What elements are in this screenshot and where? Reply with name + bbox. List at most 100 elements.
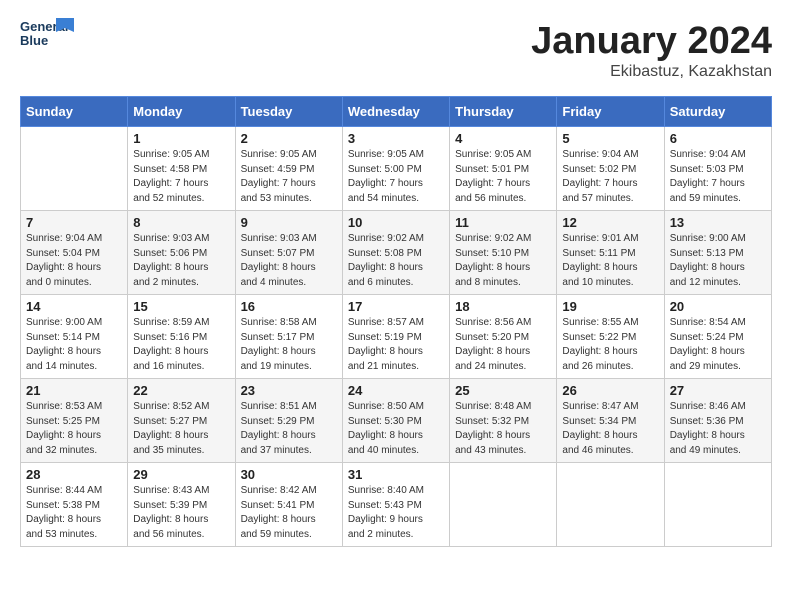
calendar-cell: 28 Sunrise: 8:44 AMSunset: 5:38 PMDayligh… [21, 463, 128, 547]
calendar-cell: 27 Sunrise: 8:46 AMSunset: 5:36 PMDayligh… [664, 379, 771, 463]
weekday-header: Sunday [21, 97, 128, 127]
weekday-header: Saturday [664, 97, 771, 127]
day-number: 24 [348, 383, 444, 398]
calendar-cell: 5Sunrise: 9:04 AMSunset: 5:02 PMDaylight… [557, 127, 664, 211]
calendar-cell: 6 Sunrise: 9:04 AMSunset: 5:03 PMDaylight… [664, 127, 771, 211]
calendar-cell: 30 Sunrise: 8:42 AMSunset: 5:41 PMDayligh… [235, 463, 342, 547]
day-number: 21 [26, 383, 122, 398]
day-number: 1 [133, 131, 229, 146]
day-info: Sunrise: 9:05 AMSunset: 5:00 PMDaylight:… [348, 148, 444, 206]
day-info: Sunrise: 8:44 AMSunset: 5:38 PMDaylight:… [26, 484, 122, 542]
day-info: Sunrise: 9:00 AMSunset: 5:13 PMDaylight:… [670, 232, 766, 290]
day-info: Sunrise: 8:57 AMSunset: 5:19 PMDaylight:… [348, 316, 444, 374]
day-number: 15 [133, 299, 229, 314]
weekday-header: Monday [128, 97, 235, 127]
calendar-cell: 29Sunrise: 8:43 AMSunset: 5:39 PMDayligh… [128, 463, 235, 547]
day-info: Sunrise: 9:01 AMSunset: 5:11 PMDaylight:… [562, 232, 658, 290]
day-info: Sunrise: 9:05 AMSunset: 4:58 PMDaylight:… [133, 148, 229, 206]
day-info: Sunrise: 9:03 AMSunset: 5:07 PMDaylight:… [241, 232, 337, 290]
calendar-cell: 4 Sunrise: 9:05 AMSunset: 5:01 PMDaylight… [450, 127, 557, 211]
calendar-week-row: 28 Sunrise: 8:44 AMSunset: 5:38 PMDayligh… [21, 463, 772, 547]
month-title: January 2024 [531, 20, 772, 63]
day-info: Sunrise: 9:02 AMSunset: 5:10 PMDaylight:… [455, 232, 551, 290]
day-number: 2 [241, 131, 337, 146]
day-number: 23 [241, 383, 337, 398]
calendar-cell: 13 Sunrise: 9:00 AMSunset: 5:13 PMDayligh… [664, 211, 771, 295]
calendar-week-row: 1 Sunrise: 9:05 AMSunset: 4:58 PMDaylight… [21, 127, 772, 211]
day-info: Sunrise: 9:05 AMSunset: 4:59 PMDaylight:… [241, 148, 337, 206]
weekday-header: Friday [557, 97, 664, 127]
calendar-cell [450, 463, 557, 547]
day-number: 8 [133, 215, 229, 230]
day-info: Sunrise: 8:58 AMSunset: 5:17 PMDaylight:… [241, 316, 337, 374]
day-number: 17 [348, 299, 444, 314]
day-info: Sunrise: 8:53 AMSunset: 5:25 PMDaylight:… [26, 400, 122, 458]
weekday-header: Tuesday [235, 97, 342, 127]
calendar-cell: 14 Sunrise: 9:00 AMSunset: 5:14 PMDayligh… [21, 295, 128, 379]
calendar-cell: 15Sunrise: 8:59 AMSunset: 5:16 PMDayligh… [128, 295, 235, 379]
day-info: Sunrise: 8:43 AMSunset: 5:39 PMDaylight:… [133, 484, 229, 542]
calendar-cell: 11 Sunrise: 9:02 AMSunset: 5:10 PMDayligh… [450, 211, 557, 295]
calendar-week-row: 7Sunrise: 9:04 AMSunset: 5:04 PMDaylight… [21, 211, 772, 295]
day-number: 25 [455, 383, 551, 398]
day-number: 27 [670, 383, 766, 398]
calendar-cell: 12Sunrise: 9:01 AMSunset: 5:11 PMDayligh… [557, 211, 664, 295]
calendar-cell: 9 Sunrise: 9:03 AMSunset: 5:07 PMDaylight… [235, 211, 342, 295]
calendar-cell: 3 Sunrise: 9:05 AMSunset: 5:00 PMDaylight… [342, 127, 449, 211]
logo-graphic: General Blue [20, 20, 62, 62]
day-info: Sunrise: 8:46 AMSunset: 5:36 PMDaylight:… [670, 400, 766, 458]
calendar-cell: 26Sunrise: 8:47 AMSunset: 5:34 PMDayligh… [557, 379, 664, 463]
day-info: Sunrise: 9:04 AMSunset: 5:02 PMDaylight:… [562, 148, 658, 206]
day-number: 7 [26, 215, 122, 230]
location-subtitle: Ekibastuz, Kazakhstan [531, 63, 772, 81]
day-info: Sunrise: 9:00 AMSunset: 5:14 PMDaylight:… [26, 316, 122, 374]
calendar-cell: 24 Sunrise: 8:50 AMSunset: 5:30 PMDayligh… [342, 379, 449, 463]
day-number: 18 [455, 299, 551, 314]
calendar-cell: 16Sunrise: 8:58 AMSunset: 5:17 PMDayligh… [235, 295, 342, 379]
title-section: January 2024 Ekibastuz, Kazakhstan [531, 20, 772, 81]
day-number: 4 [455, 131, 551, 146]
day-info: Sunrise: 8:55 AMSunset: 5:22 PMDaylight:… [562, 316, 658, 374]
calendar-cell: 18Sunrise: 8:56 AMSunset: 5:20 PMDayligh… [450, 295, 557, 379]
day-info: Sunrise: 8:52 AMSunset: 5:27 PMDaylight:… [133, 400, 229, 458]
calendar-cell: 17 Sunrise: 8:57 AMSunset: 5:19 PMDayligh… [342, 295, 449, 379]
day-number: 9 [241, 215, 337, 230]
day-number: 3 [348, 131, 444, 146]
calendar-cell [21, 127, 128, 211]
calendar-cell: 31 Sunrise: 8:40 AMSunset: 5:43 PMDayligh… [342, 463, 449, 547]
logo-container: General Blue [20, 20, 64, 62]
calendar-cell: 7Sunrise: 9:04 AMSunset: 5:04 PMDaylight… [21, 211, 128, 295]
calendar-cell: 25 Sunrise: 8:48 AMSunset: 5:32 PMDayligh… [450, 379, 557, 463]
day-info: Sunrise: 8:42 AMSunset: 5:41 PMDaylight:… [241, 484, 337, 542]
calendar-cell: 22Sunrise: 8:52 AMSunset: 5:27 PMDayligh… [128, 379, 235, 463]
calendar-cell [664, 463, 771, 547]
day-number: 19 [562, 299, 658, 314]
day-number: 13 [670, 215, 766, 230]
page-header: General Blue January 2024 Ekibastuz, Kaz… [20, 20, 772, 81]
day-info: Sunrise: 8:50 AMSunset: 5:30 PMDaylight:… [348, 400, 444, 458]
weekday-header: Thursday [450, 97, 557, 127]
day-number: 11 [455, 215, 551, 230]
weekday-header: Wednesday [342, 97, 449, 127]
calendar-cell: 1 Sunrise: 9:05 AMSunset: 4:58 PMDaylight… [128, 127, 235, 211]
calendar-cell: 19 Sunrise: 8:55 AMSunset: 5:22 PMDayligh… [557, 295, 664, 379]
day-info: Sunrise: 8:40 AMSunset: 5:43 PMDaylight:… [348, 484, 444, 542]
day-number: 28 [26, 467, 122, 482]
day-info: Sunrise: 9:04 AMSunset: 5:03 PMDaylight:… [670, 148, 766, 206]
calendar-header-row: SundayMondayTuesdayWednesdayThursdayFrid… [21, 97, 772, 127]
calendar-cell: 2 Sunrise: 9:05 AMSunset: 4:59 PMDaylight… [235, 127, 342, 211]
day-number: 20 [670, 299, 766, 314]
day-number: 31 [348, 467, 444, 482]
calendar-cell: 10Sunrise: 9:02 AMSunset: 5:08 PMDayligh… [342, 211, 449, 295]
day-number: 30 [241, 467, 337, 482]
day-info: Sunrise: 8:48 AMSunset: 5:32 PMDaylight:… [455, 400, 551, 458]
day-info: Sunrise: 8:47 AMSunset: 5:34 PMDaylight:… [562, 400, 658, 458]
calendar-table: SundayMondayTuesdayWednesdayThursdayFrid… [20, 96, 772, 547]
calendar-cell: 20 Sunrise: 8:54 AMSunset: 5:24 PMDayligh… [664, 295, 771, 379]
day-number: 6 [670, 131, 766, 146]
day-info: Sunrise: 8:54 AMSunset: 5:24 PMDaylight:… [670, 316, 766, 374]
calendar-cell: 23Sunrise: 8:51 AMSunset: 5:29 PMDayligh… [235, 379, 342, 463]
day-info: Sunrise: 9:05 AMSunset: 5:01 PMDaylight:… [455, 148, 551, 206]
day-info: Sunrise: 9:02 AMSunset: 5:08 PMDaylight:… [348, 232, 444, 290]
day-number: 14 [26, 299, 122, 314]
